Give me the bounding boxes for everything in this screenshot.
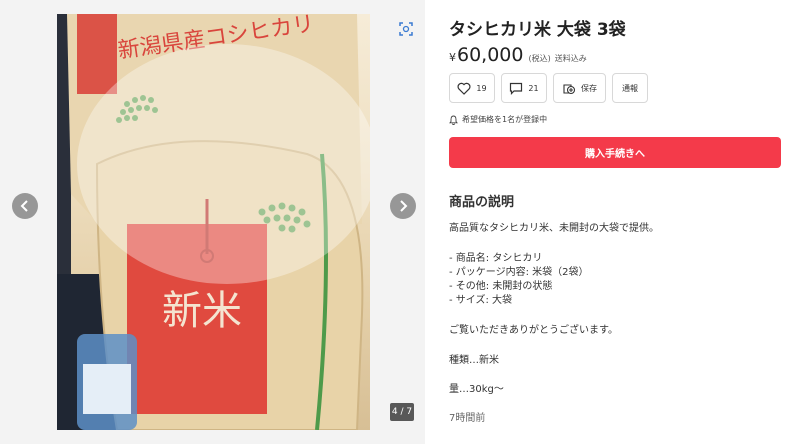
product-photo[interactable]: 新潟県産コシヒカリ 新米 [57, 14, 370, 430]
action-buttons: 19 21 保存 通報 [449, 73, 648, 103]
posted-time: 7時間前 [449, 413, 486, 424]
save-button[interactable]: 保存 [553, 73, 606, 103]
chevron-left-icon [20, 200, 28, 212]
item-title: タシヒカリ米 大袋 3袋 [449, 20, 626, 40]
save-label: 保存 [581, 83, 597, 93]
purchase-button[interactable]: 購入手続きへ [449, 137, 781, 168]
rice-bag-illustration: 新潟県産コシヒカリ 新米 [57, 14, 370, 430]
notice-text: 希望価格を1名が登録中 [462, 115, 548, 124]
description-line: ご覧いただきありがとうございます。 [449, 325, 618, 336]
report-button[interactable]: 通報 [612, 73, 648, 103]
image-counter: 4 / 7 [390, 403, 414, 421]
previous-image-button[interactable] [12, 193, 38, 219]
description-line: 高品質なタシヒカリ米、未開封の大袋で提供。 [449, 223, 659, 234]
description-line: - サイズ: 大袋 [449, 295, 513, 306]
description-heading: 商品の説明 [449, 195, 515, 210]
like-button[interactable]: 19 [449, 73, 495, 103]
like-count: 19 [476, 83, 487, 93]
zoom-button[interactable] [395, 18, 417, 40]
chevron-right-icon [400, 200, 408, 212]
description-line: 種類…新米 [449, 355, 499, 366]
currency-symbol: ¥ [449, 51, 456, 64]
shipping-label: 送料込み [554, 54, 587, 63]
comment-icon [510, 82, 523, 95]
bag-new-rice-lettering: 新米 [162, 288, 242, 334]
next-image-button[interactable] [390, 193, 416, 219]
heart-icon [457, 82, 471, 95]
description-line: - その他: 未開封の状態 [449, 281, 553, 292]
description-line: - パッケージ内容: 米袋（2袋） [449, 267, 589, 278]
comment-button[interactable]: 21 [501, 73, 547, 103]
report-label: 通報 [622, 83, 638, 93]
image-gallery: 新潟県産コシヒカリ 新米 4 / 7 [0, 0, 425, 444]
price-request-notice: 希望価格を1名が登録中 [449, 114, 547, 125]
price-row: ¥ 60,000 (税込) 送料込み [449, 44, 587, 66]
zoom-icon [399, 22, 413, 36]
tax-label: (税込) [528, 54, 551, 63]
item-price: 60,000 [457, 44, 524, 66]
description-line: 量…30kg〜 [449, 384, 504, 395]
comment-count: 21 [528, 83, 539, 93]
description-line: - 商品名: タシヒカリ [449, 253, 543, 264]
save-plus-icon [563, 84, 576, 95]
bell-icon [449, 115, 458, 125]
